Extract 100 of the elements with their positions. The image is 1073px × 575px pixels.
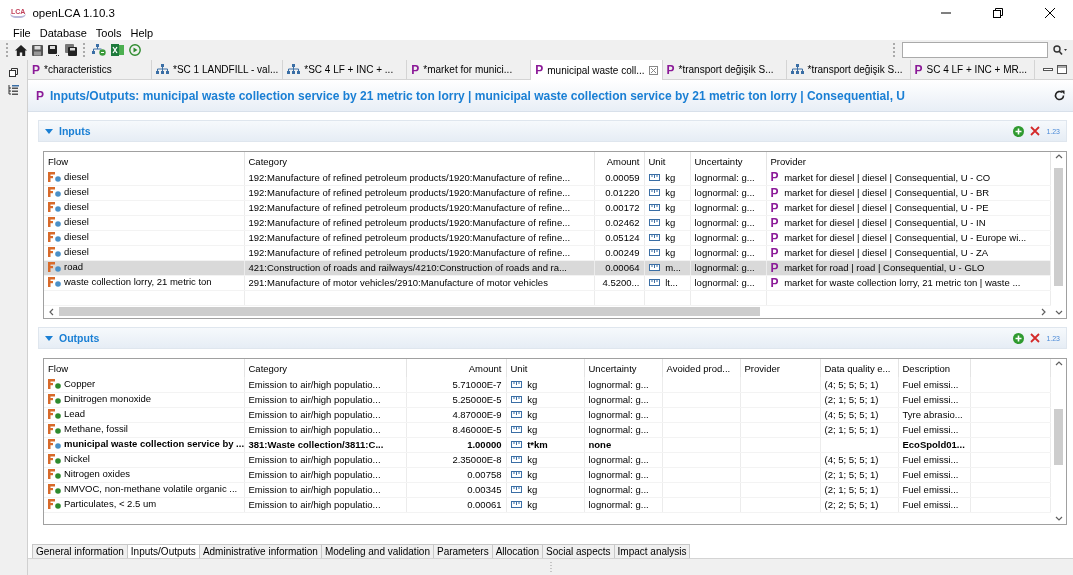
new-graph-icon[interactable] [92,44,106,56]
column-header[interactable]: Provider [766,152,1051,170]
unit-text: kg [526,454,538,465]
table-row[interactable]: Methane, fossil Emission to air/high populatio... 8.46000E-5 kg lognormal: g... (2; 1; 5; 5; 1) Fuel emissi... [44,422,1051,437]
unit-icon [648,279,660,286]
column-header[interactable]: Provider [740,359,820,377]
provider-name: market for diesel | diesel | Consequential, U - BR [783,187,990,198]
unit-text: kg [526,409,538,420]
process-icon: P [770,215,779,229]
spreadsheet-icon[interactable] [111,44,124,56]
table-row[interactable] [44,275,1051,290]
column-header[interactable]: Description [898,359,970,377]
restore-icon[interactable] [993,8,1003,18]
unit-icon [510,501,522,508]
column-header[interactable]: Amount [406,359,506,377]
table-row[interactable]: diesel 192:Manufacture of refined petroleum products/1920:Manufacture of refine... 0.00172 kg lognormal: g... P market for diesel | diesel | Consequential, U - PE [44,200,1051,215]
table-cell: (2; 1; 5; 5; 1) [824,484,879,495]
save-as-icon[interactable] [48,44,60,56]
table-cell: lognormal: g... [588,409,649,420]
column-header[interactable]: Uncertainty [690,152,766,170]
table-row[interactable]: diesel 192:Manufacture of refined petroleum products/1920:Manufacture of refine... 0.02462 kg lognormal: g... P market for diesel | diesel | Consequential, U - IN [44,215,1051,230]
page-tab[interactable]: Social aspects [542,544,615,558]
editor-tab[interactable]: P municipal waste coll... [531,60,663,80]
table-row[interactable]: diesel 192:Manufacture of refined petroleum products/1920:Manufacture of refine... 0.01220 kg lognormal: g... P market for diesel | diesel | Consequential, U - BR [44,185,1051,200]
scrollbar-thumb[interactable] [1054,168,1063,286]
table-cell: 0.05124 [605,232,640,243]
menu-item[interactable]: Tools [95,27,122,39]
process-icon: P [770,170,779,184]
page-tab[interactable]: Parameters [433,544,493,558]
close-icon[interactable] [1045,8,1055,18]
table-cell: lognormal: g... [588,394,649,405]
table-cell: 192:Manufacture of refined petroleum products/1920:Manufacture of refine... [248,171,571,183]
save-all-icon[interactable] [65,44,78,56]
table-cell: 2.35000E-8 [452,454,502,465]
column-header[interactable]: Category [244,152,594,170]
section-title: Inputs [59,125,92,137]
menu-item[interactable]: Help [130,27,154,39]
outline-icon[interactable] [8,85,19,95]
expand-icon[interactable] [45,334,53,342]
table-row[interactable]: diesel 192:Manufacture of refined petroleum products/1920:Manufacture of refine... 0.05124 kg lognormal: g... P market for diesel | diesel | Consequential, U - Europe wi... [44,230,1051,245]
scrollbar-thumb[interactable] [59,307,760,317]
flow-name: Nickel [64,453,90,465]
vertical-scrollbar[interactable] [1051,152,1066,318]
column-header[interactable]: Flow [44,359,244,377]
table-row[interactable]: Dinitrogen monoxide Emission to air/high populatio... 5.25000E-5 kg lognormal: g... (2; 1; 5; 5; 1) Fuel emissi... [44,392,1051,407]
restore-view-icon[interactable] [9,68,18,77]
column-header[interactable]: Unit [644,152,690,170]
unit-text: kg [526,469,538,480]
table-cell: lognormal: g... [588,499,649,510]
table-row[interactable]: Nickel Emission to air/high populatio... 2.35000E-8 kg lognormal: g... (4; 5; 5; 5; 1) Fuel emissi... [44,452,1051,467]
vertical-scrollbar[interactable] [1051,359,1066,524]
search-field[interactable] [902,42,1048,58]
page-tab[interactable]: Administrative information [198,544,322,558]
maximize-view-icon[interactable] [1057,65,1067,74]
column-header[interactable]: Category [244,359,406,377]
unit-text: kg [526,424,538,435]
table-cell: 0.00345 [467,484,502,495]
column-header[interactable]: Avoided prod... [662,359,740,377]
column-header[interactable]: Amount [594,152,644,170]
column-header[interactable]: Uncertainty [584,359,662,377]
column-header[interactable]: Flow [44,152,244,170]
add-icon[interactable] [1013,125,1025,137]
page-tab[interactable]: General information [32,544,128,558]
refresh-icon[interactable] [1054,90,1065,101]
remove-icon[interactable] [1030,126,1041,136]
table-row[interactable]: Particulates, < 2.5 um Emission to air/high populatio... 0.00061 kg lognormal: g... (2; 2; 5; 5; 1) Fuel emissi... [44,497,1051,512]
run-icon[interactable] [129,44,141,56]
table-row[interactable]: NMVOC, non-methane volatile organic ... Emission to air/high populatio... 0.00345 kg lognormal: g... (2; 1; 5; 5; 1) Fuel emissi... [44,482,1051,497]
page-tab[interactable]: Modeling and validation [320,544,434,558]
table-row[interactable]: diesel 192:Manufacture of refined petroleum products/1920:Manufacture of refine... 0.00059 kg lognormal: g... P market for diesel | diesel | Consequential, U - CO [44,170,1051,185]
menu-item[interactable]: Database [39,27,87,39]
add-icon[interactable] [1013,332,1025,344]
remove-icon[interactable] [1030,333,1041,343]
page-tab[interactable]: Impact analysis [613,544,691,558]
column-header[interactable]: Data quality e... [820,359,898,377]
table-cell: 0.01220 [605,187,640,198]
table-row[interactable]: Copper Emission to air/high populatio... 5.71000E-7 kg lognormal: g... (4; 5; 5; 5; 1) Fuel emissi... [44,377,1051,392]
table-row[interactable]: Nitrogen oxides Emission to air/high populatio... 0.00758 kg lognormal: g... (2; 1; 5; 5; 1) Fuel emissi... [44,467,1051,482]
expand-icon[interactable] [45,127,53,135]
flow-icon [48,201,61,212]
page-tab[interactable]: Inputs/Outputs [126,544,200,558]
page-tab[interactable]: Allocation [491,544,544,558]
table-cell: lognormal: g... [588,484,649,495]
table-cell: lognormal: g... [694,187,755,198]
save-icon[interactable] [32,44,43,56]
home-icon[interactable] [15,44,27,56]
table-cell: 4.5200... [602,277,640,288]
table-cell: 4.87000E-9 [452,409,502,420]
table-row[interactable]: municipal waste collection service by ... 381:Waste collection/3811:C... 1.00000 t*km none EcoSpold01... [44,437,1051,452]
table-row[interactable]: Lead Emission to air/high populatio... 4.87000E-9 kg lognormal: g... (4; 5; 5; 5; 1) Tyre abrasio... [44,407,1051,422]
table-cell: (2; 1; 5; 5; 1) [824,394,879,405]
menu-item[interactable]: File [13,27,31,39]
scrollbar-thumb[interactable] [1054,409,1063,465]
table-cell: lognormal: g... [694,247,755,258]
flow-icon [48,408,61,419]
search-icon[interactable] [1053,45,1067,55]
column-header[interactable]: Unit [506,359,584,377]
flow-icon [48,171,61,182]
table-row[interactable]: diesel 192:Manufacture of refined petroleum products/1920:Manufacture of refine... 0.00249 kg lognormal: g... P market for diesel | diesel | Consequential, U - ZA [44,245,1051,260]
table-cell: 192:Manufacture of refined petroleum products/1920:Manufacture of refine... [248,232,571,243]
